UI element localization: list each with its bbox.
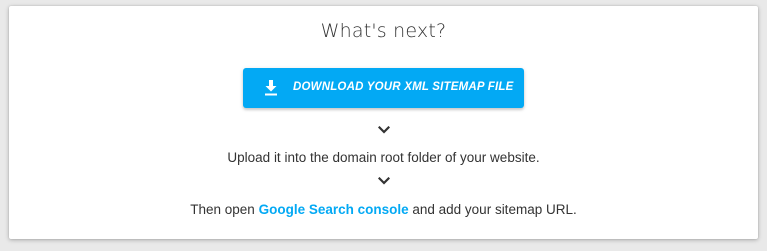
download-icon xyxy=(265,80,277,96)
next-steps-card: What's next? DOWNLOAD YOUR XML SITEMAP F… xyxy=(9,6,758,239)
upload-instruction: Upload it into the domain root folder of… xyxy=(227,150,540,165)
instruction-suffix: and add your sitemap URL. xyxy=(408,202,577,217)
chevron-down-icon xyxy=(378,177,390,185)
search-console-instruction: Then open Google Search console and add … xyxy=(9,202,758,217)
page-title: What's next? xyxy=(320,20,447,42)
google-search-console-link[interactable]: Google Search console xyxy=(259,202,409,217)
download-sitemap-button[interactable]: DOWNLOAD YOUR XML SITEMAP FILE xyxy=(243,68,524,108)
chevron-down-icon xyxy=(378,126,390,134)
instruction-prefix: Then open xyxy=(190,202,259,217)
download-button-label: DOWNLOAD YOUR XML SITEMAP FILE xyxy=(293,81,514,93)
